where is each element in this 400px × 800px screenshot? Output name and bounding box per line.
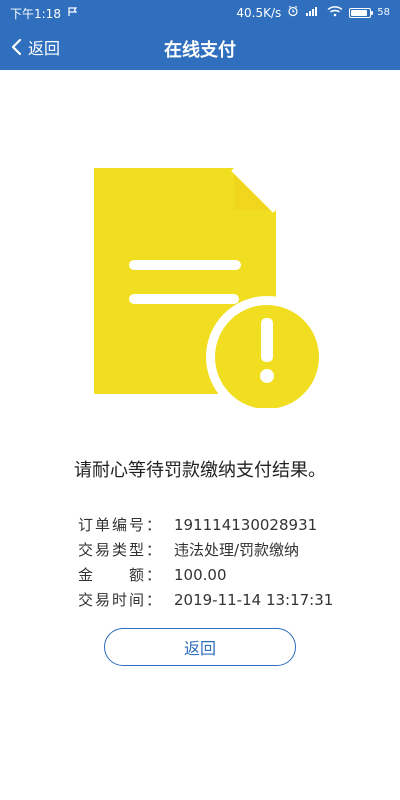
- transaction-type-value: 违法处理/罚款缴纳: [174, 541, 300, 559]
- battery-level: [351, 9, 368, 16]
- amount-label: 金 额：: [78, 566, 164, 584]
- flag-icon: [67, 6, 79, 21]
- battery-icon: [349, 7, 374, 18]
- document-warning-icon: [94, 165, 328, 418]
- detail-row-transaction-type: 交易类型： 违法处理/罚款缴纳: [78, 539, 358, 564]
- navigation-bar: 返回 在线支付: [0, 24, 400, 70]
- status-right: 40.5K/s 58: [236, 5, 390, 20]
- network-speed: 40.5K/s: [236, 5, 282, 20]
- return-button[interactable]: 返回: [104, 628, 296, 666]
- battery-percent: 58: [377, 7, 390, 18]
- detail-row-order-number: 订单编号： 191114130028931: [78, 514, 358, 539]
- order-details: 订单编号： 191114130028931 交易类型： 违法处理/罚款缴纳 金 …: [78, 514, 358, 614]
- wifi-icon: [327, 5, 343, 20]
- pending-document-illustration: [84, 165, 328, 418]
- order-number-value: 191114130028931: [174, 516, 318, 534]
- detail-row-transaction-time: 交易时间： 2019-11-14 13:17:31: [78, 589, 358, 614]
- top-app-bar: 下午1:18 40.5K/s 58 返回 在线支付: [0, 0, 400, 70]
- page-title: 在线支付: [164, 40, 236, 61]
- status-left: 下午1:18: [10, 5, 79, 22]
- status-bar: 下午1:18 40.5K/s 58: [0, 0, 400, 24]
- transaction-time-label: 交易时间：: [78, 591, 164, 609]
- alarm-icon: [287, 5, 299, 20]
- amount-value: 100.00: [174, 566, 227, 584]
- waiting-message: 请耐心等待罚款缴纳支付结果。: [74, 460, 326, 481]
- transaction-time-value: 2019-11-14 13:17:31: [174, 591, 334, 609]
- transaction-type-label: 交易类型：: [78, 541, 164, 559]
- signal-icon: [305, 5, 321, 20]
- payment-result-page: 下午1:18 40.5K/s 58 返回 在线支付 请耐心等待罚款缴纳支付结果。…: [0, 0, 400, 800]
- order-number-label: 订单编号：: [78, 516, 164, 534]
- detail-row-amount: 金 额： 100.00: [78, 564, 358, 589]
- status-time: 下午1:18: [10, 7, 61, 21]
